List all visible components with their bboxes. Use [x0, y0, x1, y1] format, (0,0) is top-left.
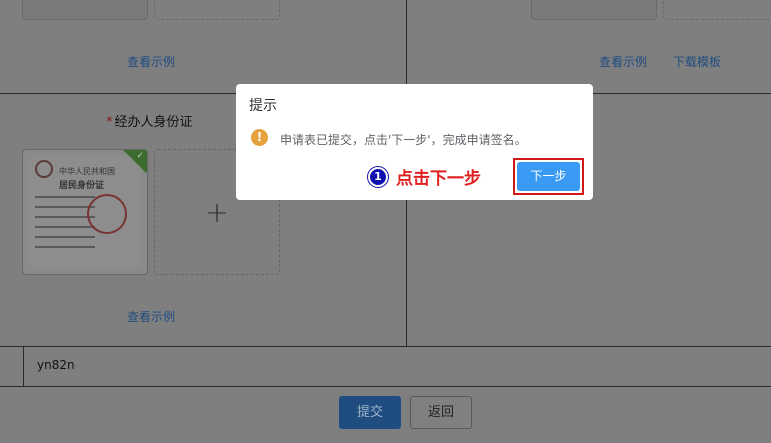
row-divider-2 — [0, 346, 771, 347]
plus-icon: + — [205, 195, 229, 229]
download-template-link[interactable]: 下载模板 — [673, 53, 721, 70]
id-card-thumbnail[interactable]: 中华人民共和国 居民身份证 ✓ — [22, 149, 148, 275]
warning-icon: ! — [251, 129, 268, 146]
required-mark: * — [106, 115, 113, 130]
view-example-link-right[interactable]: 查看示例 — [599, 53, 647, 70]
captcha-input-value[interactable]: yn82n — [37, 358, 75, 372]
id-card-subtitle: 居民身份证 — [59, 181, 105, 191]
step-annotation-text: 点击下一步 — [396, 169, 481, 189]
dialog-message: 申请表已提交，点击'下一步'，完成申请签名。 — [280, 133, 527, 147]
prev-uploaded-thumbnail[interactable] — [22, 0, 148, 20]
back-button[interactable]: 返回 — [410, 396, 472, 429]
id-card-title: 中华人民共和国 — [59, 167, 115, 176]
page-background: 查看示例 查看示例 下载模板 * 经办人身份证 中华人民共和国 居民身份证 ✓ +… — [0, 0, 771, 443]
next-step-button[interactable]: 下一步 — [517, 162, 580, 191]
agent-id-label: * 经办人身份证 — [106, 111, 193, 130]
dialog-title: 提示 — [249, 98, 277, 114]
view-example-link[interactable]: 查看示例 — [127, 53, 175, 70]
agent-id-label-text: 经办人身份证 — [114, 115, 193, 130]
row-divider-3 — [0, 386, 771, 387]
id-card-image: 中华人民共和国 居民身份证 — [29, 156, 141, 268]
view-example-link-agent[interactable]: 查看示例 — [127, 308, 175, 325]
id-card-text-lines — [35, 196, 95, 256]
step-number-badge: 1 — [368, 167, 388, 187]
prompt-dialog: 提示 ! 申请表已提交，点击'下一步'，完成申请签名。 1 点击下一步 下一步 — [236, 84, 593, 200]
prev-upload-box[interactable] — [154, 0, 280, 20]
stamp-icon — [87, 194, 127, 234]
check-icon: ✓ — [136, 151, 144, 161]
submit-button[interactable]: 提交 — [339, 396, 401, 429]
prev-upload-box-right[interactable] — [663, 0, 771, 20]
national-emblem-icon — [35, 160, 53, 178]
input-cell-divider — [23, 346, 24, 386]
prev-uploaded-thumbnail-right[interactable] — [531, 0, 657, 20]
